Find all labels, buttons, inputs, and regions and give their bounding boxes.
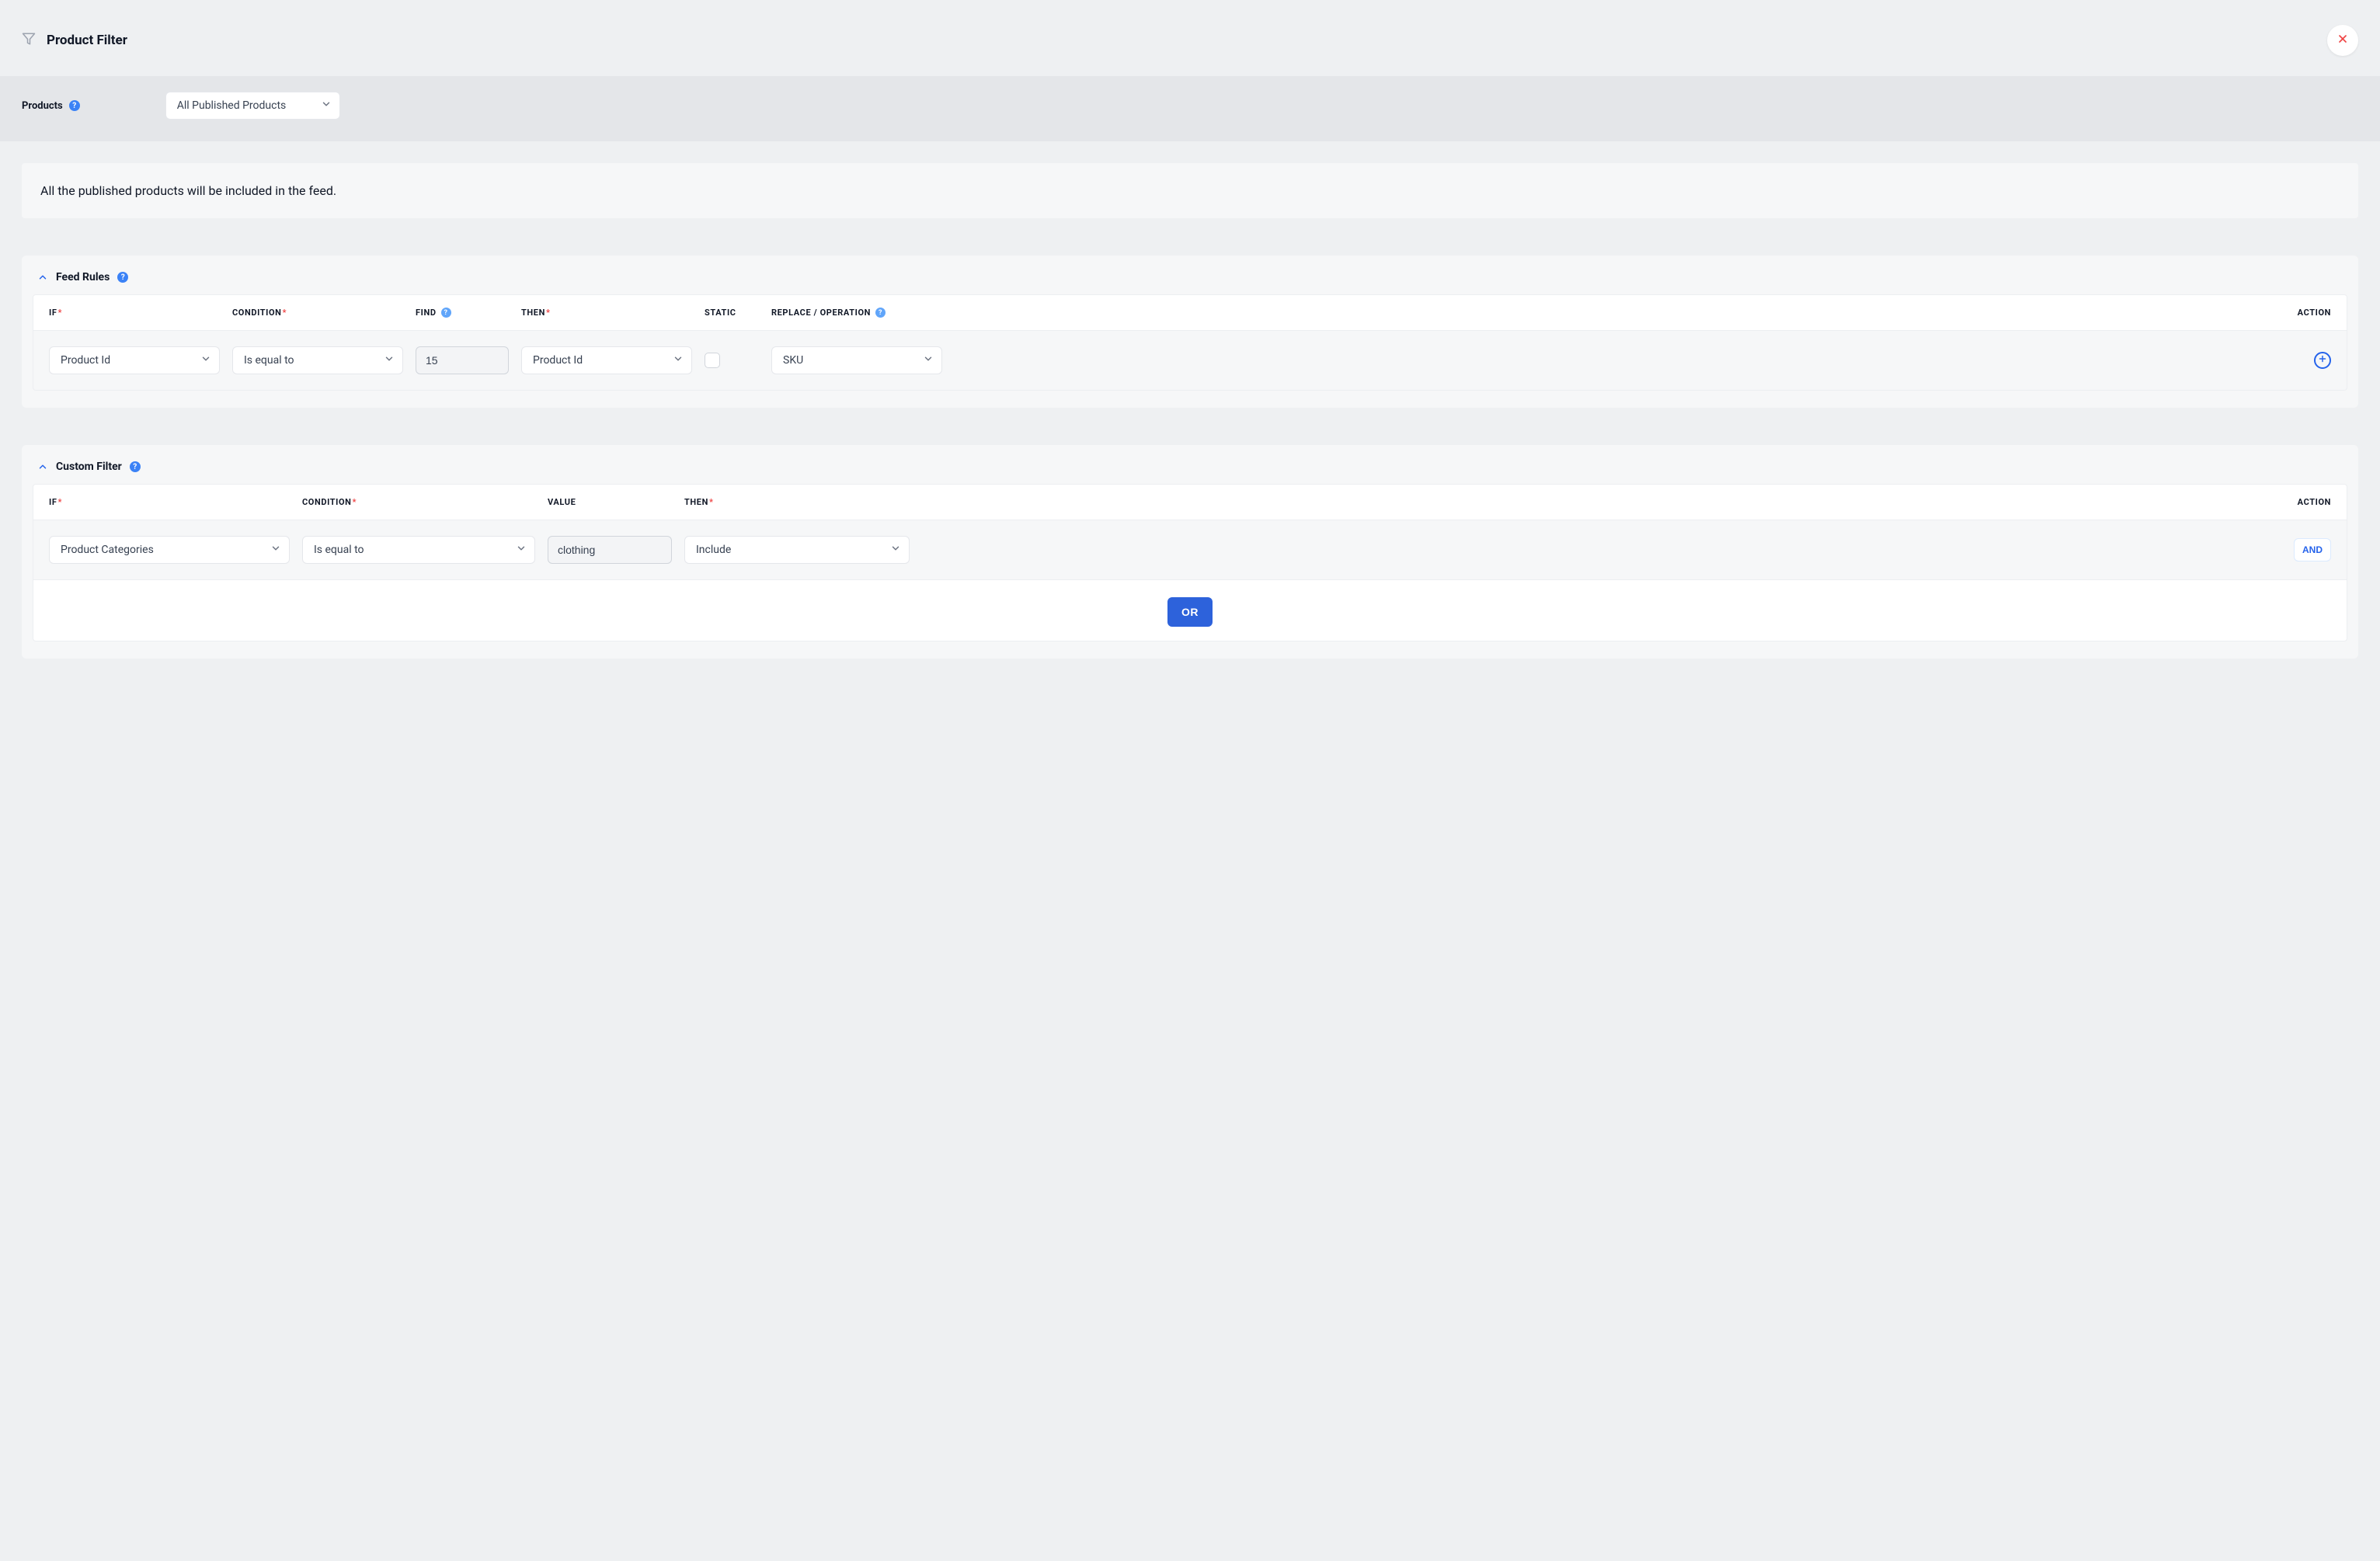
page-title: Product Filter xyxy=(47,33,127,48)
chevron-down-icon xyxy=(384,353,395,367)
condition-select[interactable]: Is equal to xyxy=(302,536,535,564)
col-condition-label: CONDITION xyxy=(302,497,352,507)
filter-icon xyxy=(22,32,36,49)
if-select[interactable]: Product Categories xyxy=(49,536,290,564)
condition-select[interactable]: Is equal to xyxy=(232,346,403,374)
products-label: Products xyxy=(22,100,63,112)
custom-filter-row: Product Categories Is equal to Include xyxy=(33,520,2347,580)
chevron-down-icon xyxy=(923,353,934,367)
col-find-label: FIND xyxy=(416,308,437,318)
products-select-value: All Published Products xyxy=(177,99,287,112)
chevron-down-icon xyxy=(673,353,684,367)
chevron-down-icon xyxy=(890,543,901,557)
col-if-label: IF xyxy=(49,308,57,318)
then-select[interactable]: Product Id xyxy=(521,346,692,374)
collapse-toggle[interactable] xyxy=(37,272,48,283)
col-condition-label: CONDITION xyxy=(232,308,282,318)
collapse-toggle[interactable] xyxy=(37,461,48,472)
chevron-down-icon xyxy=(516,543,527,557)
col-replace-label: REPLACE / OPERATION xyxy=(771,308,871,318)
products-select[interactable]: All Published Products xyxy=(165,92,340,120)
help-icon[interactable]: ? xyxy=(441,308,451,318)
replace-select[interactable]: SKU xyxy=(771,346,942,374)
and-button[interactable]: AND xyxy=(2294,538,2331,561)
value-input[interactable] xyxy=(548,536,672,564)
help-icon[interactable]: ? xyxy=(875,308,886,318)
feed-rules-header: IF* CONDITION* FIND? THEN* STATIC REPLAC… xyxy=(33,294,2347,331)
products-bar: Products ? All Published Products xyxy=(0,76,2380,141)
then-select[interactable]: Include xyxy=(684,536,910,564)
col-action-label: ACTION xyxy=(2298,308,2331,318)
plus-icon xyxy=(2318,354,2327,367)
page-header: Product Filter xyxy=(0,0,2380,76)
add-rule-button[interactable] xyxy=(2314,352,2331,369)
if-select[interactable]: Product Id xyxy=(49,346,220,374)
col-static-label: STATIC xyxy=(705,308,736,318)
col-then-label: THEN xyxy=(684,497,708,507)
help-icon[interactable]: ? xyxy=(117,272,128,283)
chevron-down-icon xyxy=(270,543,281,557)
col-value-label: VALUE xyxy=(548,497,576,507)
static-checkbox[interactable] xyxy=(705,353,720,368)
feed-rule-row: Product Id Is equal to Product Id xyxy=(33,331,2347,391)
help-icon[interactable]: ? xyxy=(69,100,80,111)
notice-message: All the published products will be inclu… xyxy=(22,163,2358,218)
custom-filter-header: IF* CONDITION* VALUE THEN* ACTION xyxy=(33,484,2347,520)
feed-rules-section: Feed Rules ? IF* CONDITION* FIND? THEN* … xyxy=(22,256,2358,408)
or-row: OR xyxy=(33,580,2347,641)
help-icon[interactable]: ? xyxy=(130,461,141,472)
close-icon xyxy=(2337,33,2349,48)
find-input[interactable] xyxy=(416,346,509,374)
col-action-label: ACTION xyxy=(2298,497,2331,507)
chevron-down-icon xyxy=(200,353,211,367)
custom-filter-section: Custom Filter ? IF* CONDITION* VALUE THE… xyxy=(22,445,2358,659)
chevron-down-icon xyxy=(321,99,332,113)
custom-filter-title: Custom Filter xyxy=(56,461,122,473)
or-button[interactable]: OR xyxy=(1167,597,1213,627)
close-button[interactable] xyxy=(2327,25,2358,56)
col-then-label: THEN xyxy=(521,308,545,318)
feed-rules-title: Feed Rules xyxy=(56,271,110,283)
col-if-label: IF xyxy=(49,497,57,507)
